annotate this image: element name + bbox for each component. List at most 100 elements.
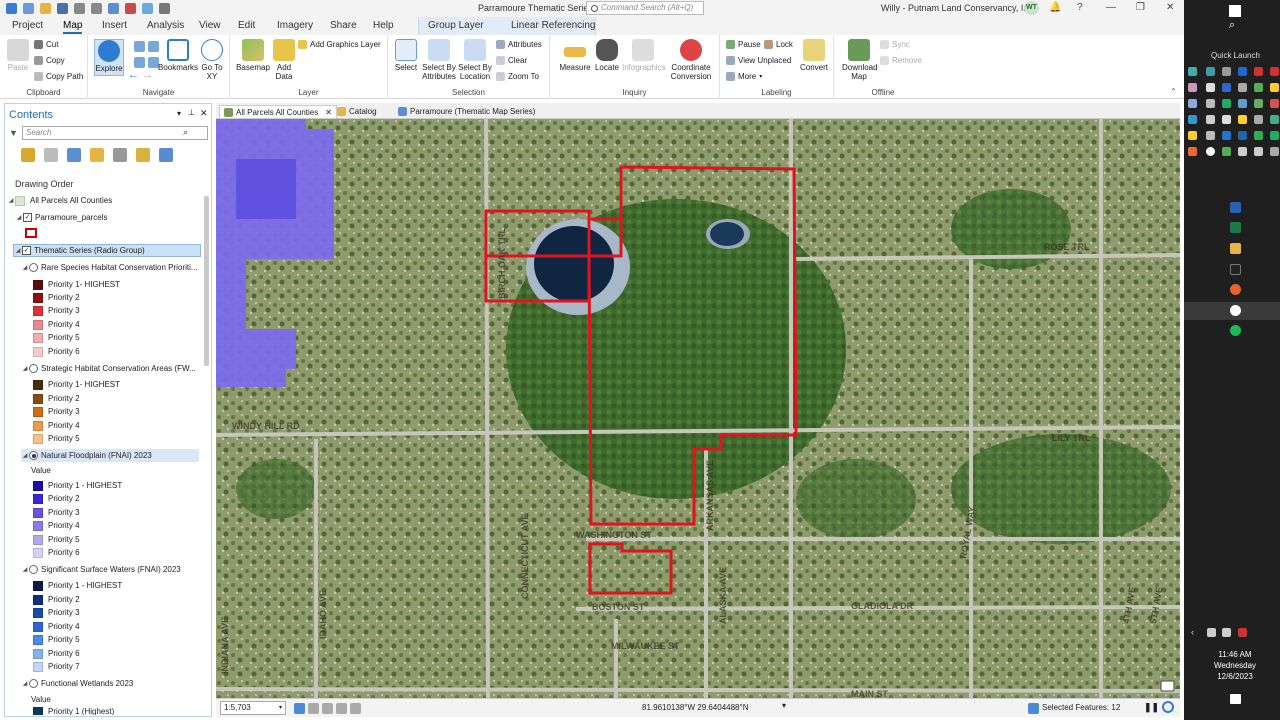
app-icon[interactable] <box>1270 131 1279 140</box>
app-icon[interactable] <box>1188 99 1197 108</box>
layer-radio[interactable] <box>29 263 38 272</box>
spotify-icon[interactable] <box>1230 325 1241 336</box>
go-to-xy-button[interactable]: Go To XY <box>198 39 226 81</box>
collapse-icon[interactable]: ◢ <box>21 452 29 459</box>
map-icon[interactable] <box>108 3 119 14</box>
collapse-icon[interactable]: ◢ <box>7 197 15 204</box>
next-extent-icon[interactable]: → <box>142 69 153 81</box>
legend-item[interactable]: Priority 5 <box>33 331 80 344</box>
attributes-button[interactable]: Attributes <box>496 40 542 49</box>
sublayer-surface-waters[interactable]: ◢ Significant Surface Waters (FNAI) 2023 <box>21 563 221 576</box>
app-icon[interactable] <box>1270 147 1279 156</box>
excel-icon[interactable] <box>1230 222 1241 233</box>
app-icon[interactable] <box>1238 99 1247 108</box>
collapse-icon[interactable]: ◢ <box>21 264 29 271</box>
tab-map[interactable]: Map <box>63 20 83 34</box>
data-source-icon[interactable] <box>44 148 58 162</box>
legend-item[interactable]: Priority 4 <box>33 419 80 432</box>
app-icon[interactable] <box>1222 99 1231 108</box>
legend-item[interactable]: Priority 3 <box>33 304 80 317</box>
tab-insert[interactable]: Insert <box>102 20 127 31</box>
legend-item[interactable]: Priority 1- HIGHEST <box>33 378 120 391</box>
app-icon[interactable] <box>1222 67 1231 76</box>
tab-view[interactable]: View <box>199 20 221 31</box>
close-tab-icon[interactable]: ✕ <box>325 108 332 117</box>
app-icon[interactable] <box>1222 115 1231 124</box>
app-icon[interactable] <box>1206 83 1215 92</box>
selected-features-count[interactable]: Selected Features: 12 <box>1042 703 1120 712</box>
chevron-left-icon[interactable]: ‹ <box>1191 627 1194 637</box>
app-icon[interactable] <box>1188 147 1197 156</box>
parcels-symbol[interactable] <box>25 228 37 238</box>
legend-item[interactable]: Priority 1 - HIGHEST <box>33 479 122 492</box>
app-icon[interactable] <box>1238 115 1247 124</box>
tray-icon[interactable] <box>1207 628 1216 637</box>
copy-button[interactable]: Copy <box>34 56 65 65</box>
thematic-group-layer[interactable]: ◢ ✓ Thematic Series (Radio Group) <box>13 244 201 257</box>
legend-item[interactable]: Priority 5 <box>33 633 80 646</box>
layer-radio[interactable] <box>29 364 38 373</box>
legend-item[interactable]: Priority 6 <box>33 647 80 660</box>
explore-quick-icon[interactable] <box>142 3 153 14</box>
collapse-ribbon-icon[interactable]: ⌃ <box>1170 87 1177 96</box>
firefox-icon[interactable] <box>1230 284 1241 295</box>
help-icon[interactable]: ? <box>1077 2 1083 13</box>
app-icon[interactable] <box>1206 147 1215 156</box>
app-icon[interactable] <box>1270 67 1279 76</box>
tray-icon[interactable] <box>1238 628 1247 637</box>
app-icon[interactable] <box>1270 99 1279 108</box>
layer-checkbox[interactable]: ✓ <box>22 246 31 255</box>
lock-labels-button[interactable]: Lock <box>764 40 793 49</box>
app-icon[interactable] <box>1238 147 1247 156</box>
layer-checkbox[interactable]: ✓ <box>23 213 32 222</box>
infographics-button[interactable]: Infographics <box>622 39 666 72</box>
collapse-icon[interactable]: ◢ <box>21 365 29 372</box>
app-icon[interactable] <box>1206 67 1215 76</box>
app-icon[interactable] <box>1238 131 1247 140</box>
app-icon[interactable] <box>1188 131 1197 140</box>
snapping-toggle-icon[interactable] <box>350 703 361 714</box>
layer-radio[interactable] <box>29 451 38 460</box>
measure-button[interactable]: Measure <box>558 39 592 72</box>
legend-item[interactable]: Priority 4 <box>33 318 80 331</box>
tab-imagery[interactable]: Imagery <box>277 20 313 31</box>
extent-icon[interactable] <box>322 703 333 714</box>
file-explorer-icon[interactable] <box>1230 243 1241 254</box>
collapse-icon[interactable]: ◢ <box>21 566 29 573</box>
app-icon[interactable] <box>1254 115 1263 124</box>
legend-item[interactable]: Priority 2 <box>33 392 80 405</box>
download-map-button[interactable]: Download Map <box>842 39 878 81</box>
remove-offline-button[interactable]: Remove <box>880 56 922 65</box>
app-icon[interactable] <box>1238 67 1247 76</box>
sync-button[interactable]: Sync <box>880 40 910 49</box>
clear-selection-button[interactable]: Clear <box>496 56 527 65</box>
legend-item[interactable]: Priority 2 <box>33 593 80 606</box>
zoom-to-selection-button[interactable]: Zoom To <box>496 72 539 81</box>
tab-edit[interactable]: Edit <box>238 20 255 31</box>
tab-catalog[interactable]: Catalog <box>333 105 381 118</box>
view-unplaced-button[interactable]: View Unplaced <box>726 56 791 65</box>
add-data-button[interactable]: Add Data <box>270 39 298 81</box>
legend-item[interactable]: Priority 1 - HIGHEST <box>33 579 122 592</box>
zoom-in-icon[interactable] <box>134 57 145 68</box>
undo-icon[interactable] <box>74 3 85 14</box>
command-search-input[interactable]: Command Search (Alt+Q) <box>586 1 704 15</box>
minimize-icon[interactable]: — <box>1106 2 1116 13</box>
full-extent-icon[interactable] <box>134 41 145 52</box>
snapping-icon[interactable] <box>113 148 127 162</box>
word-icon[interactable] <box>1230 202 1241 213</box>
scale-select[interactable]: 1:5,703 ▾ <box>220 701 286 715</box>
app-icon[interactable] <box>1206 99 1215 108</box>
table-icon[interactable] <box>308 703 319 714</box>
avatar[interactable]: WT <box>1024 1 1039 15</box>
add-graphics-layer-button[interactable]: Add Graphics Layer <box>298 40 381 49</box>
taskbar-clock[interactable]: 11:46 AM Wednesday 12/6/2023 <box>1190 649 1280 682</box>
tab-all-parcels[interactable]: All Parcels All Counties ✕ <box>219 105 337 118</box>
basemap-button[interactable]: Basemap <box>236 39 270 72</box>
layout-icon[interactable] <box>125 3 136 14</box>
tab-parramoure-layout[interactable]: Parramoure (Thematic Map Series) <box>394 105 539 118</box>
app-icon[interactable] <box>1206 131 1215 140</box>
bell-icon[interactable]: 🔔 <box>1049 2 1061 13</box>
map-canvas[interactable]: BIRCH OAK TRL ROSE TRL WINDY HILL RD LIL… <box>216 119 1180 698</box>
labeling-icon[interactable] <box>136 148 150 162</box>
